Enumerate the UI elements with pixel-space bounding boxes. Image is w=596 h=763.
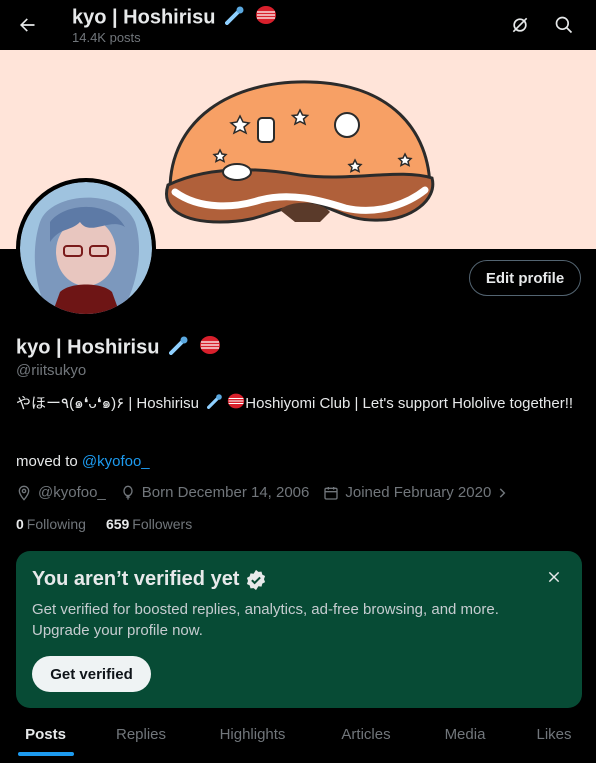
close-button[interactable] — [540, 563, 568, 591]
calendar-icon — [324, 486, 339, 500]
chevron-right-icon — [500, 487, 506, 498]
location-item: @kyofoo_ — [16, 484, 106, 501]
tab-highlights[interactable]: Highlights — [191, 712, 314, 756]
grok-button[interactable] — [503, 8, 537, 42]
verified-badge-icon — [247, 569, 266, 590]
active-tab-indicator — [17, 752, 74, 756]
lantern-emoji-icon — [227, 392, 245, 416]
verification-text: Get verified for boosted replies, analyt… — [32, 601, 499, 639]
tab-articles[interactable]: Articles — [314, 712, 418, 756]
comet-emoji-icon — [224, 5, 245, 31]
followers-link[interactable]: 659 Followers — [106, 516, 192, 532]
profile-bio: やほー٩(๑❛ᴗ❛๑)۶ | Hoshirisu Hoshiyomi Club … — [16, 392, 576, 416]
close-icon — [548, 571, 560, 583]
grok-icon — [512, 17, 528, 33]
tab-media[interactable]: Media — [418, 712, 512, 756]
post-count: 14.4K posts — [72, 30, 141, 45]
profile-avatar[interactable] — [16, 178, 156, 318]
verification-title: You aren’t verified yet — [32, 568, 267, 591]
follow-stats: 0 Following 659 Followers — [16, 516, 212, 532]
following-link[interactable]: 0 Following — [16, 516, 86, 532]
profile-handle: @riitsukyo — [16, 362, 87, 379]
avatar-image — [20, 182, 152, 314]
tab-replies[interactable]: Replies — [91, 712, 191, 756]
joined-item[interactable]: Joined February 2020 — [323, 484, 515, 501]
verification-card: You aren’t verified yet Get verified for… — [16, 551, 582, 708]
get-verified-button[interactable]: Get verified — [32, 656, 151, 692]
lantern-emoji-icon — [199, 334, 221, 362]
lantern-emoji-icon — [255, 4, 277, 32]
search-button[interactable] — [547, 8, 581, 42]
profile-meta: @kyofoo_ Born December 14, 2006 Joined F… — [16, 484, 529, 501]
header-title: kyo | Hoshirisu — [72, 4, 277, 32]
location-pin-icon — [18, 485, 30, 501]
back-button[interactable] — [10, 8, 44, 42]
profile-name: kyo | Hoshirisu — [16, 334, 221, 362]
edit-profile-button[interactable]: Edit profile — [469, 260, 581, 296]
search-icon — [555, 16, 573, 34]
comet-emoji-icon — [207, 393, 223, 415]
arrow-left-icon — [20, 18, 35, 32]
birthday-item: Born December 14, 2006 — [120, 484, 309, 501]
tab-likes[interactable]: Likes — [512, 712, 596, 756]
tab-posts[interactable]: Posts — [0, 712, 91, 756]
comet-emoji-icon — [168, 335, 189, 361]
top-bar: kyo | Hoshirisu 14.4K posts — [0, 0, 596, 50]
moved-link[interactable]: @kyofoo_ — [82, 453, 150, 470]
profile-tabs: Posts Replies Highlights Articles Media … — [0, 712, 596, 763]
moved-notice: moved to @kyofoo_ — [16, 453, 150, 470]
balloon-icon — [123, 485, 133, 500]
